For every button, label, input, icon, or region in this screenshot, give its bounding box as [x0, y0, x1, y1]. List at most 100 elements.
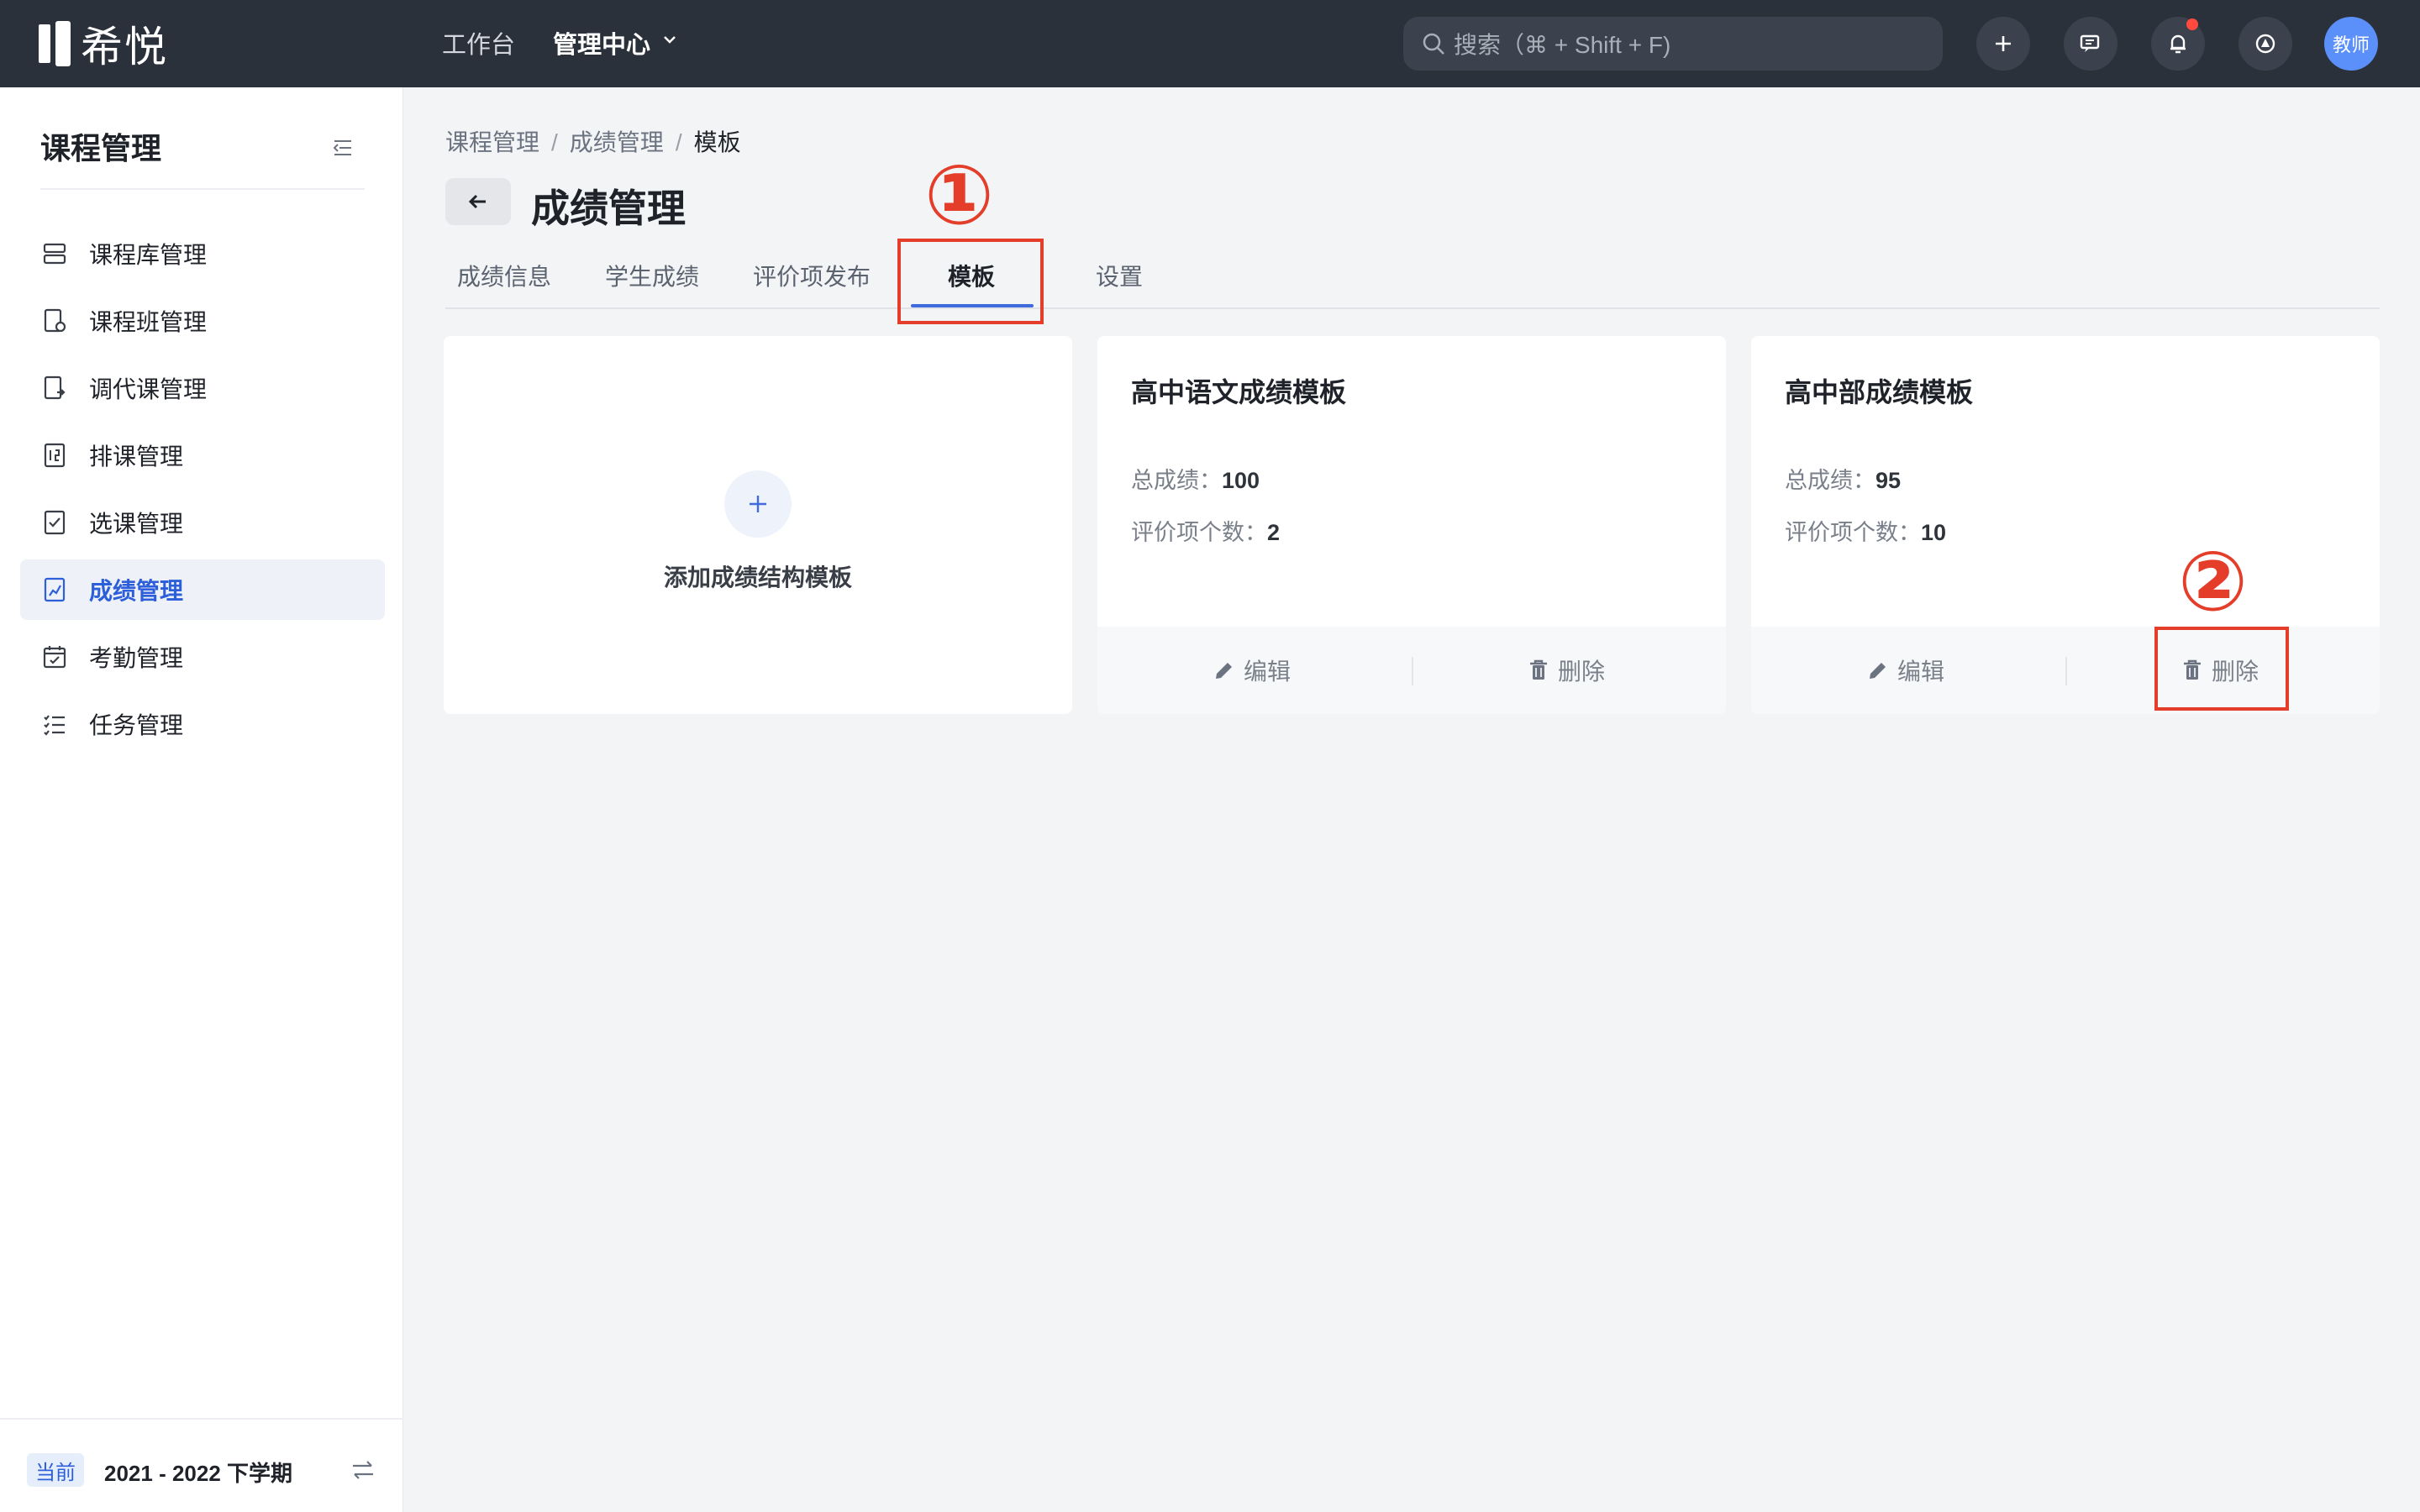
- search-placeholder: 搜索（⌘ + Shift + F): [1454, 32, 1671, 58]
- pencil-icon: [1216, 663, 1232, 679]
- tab-settings[interactable]: 设置: [1096, 259, 1143, 292]
- evaluation-count-value: 2: [1267, 520, 1281, 545]
- course-library-icon: [43, 243, 66, 265]
- breadcrumb-separator: /: [551, 129, 558, 155]
- total-score: 总成绩：100: [1131, 462, 1260, 495]
- annotation-step-2: ②: [2178, 534, 2248, 630]
- sidebar-title: 课程管理: [40, 131, 162, 165]
- sidebar-item-substitute[interactable]: 调代课管理: [20, 358, 385, 418]
- edit-button[interactable]: 编辑: [1212, 654, 1291, 687]
- term-selector[interactable]: 当前 2021 - 2022 下学期: [0, 1418, 403, 1512]
- logo-mark-icon: [39, 21, 72, 66]
- evaluation-count: 评价项个数：2: [1131, 514, 1280, 547]
- delete-label: 删除: [1558, 659, 1606, 685]
- total-score-label: 总成绩：: [1785, 468, 1876, 493]
- app-logo[interactable]: 希悦: [39, 20, 168, 71]
- sidebar-item-label: 排课管理: [89, 444, 184, 470]
- swap-icon[interactable]: [350, 1457, 376, 1483]
- top-navigation-bar: 希悦 工作台 管理中心 搜索（⌘ + Shift + F) 教师: [0, 0, 2420, 87]
- nav-workbench[interactable]: 工作台: [442, 25, 515, 60]
- delete-button[interactable]: 删除: [1526, 654, 1605, 687]
- message-icon: [2080, 34, 2100, 52]
- breadcrumb-course-management[interactable]: 课程管理: [445, 129, 539, 155]
- arrow-left-icon: [468, 194, 486, 209]
- nav-management-center[interactable]: 管理中心: [553, 25, 650, 60]
- sidebar-item-tasks[interactable]: 任务管理: [20, 694, 385, 754]
- total-score-value: 95: [1876, 468, 1902, 493]
- bell-icon: [2170, 34, 2186, 54]
- notifications-button[interactable]: [2151, 17, 2205, 71]
- tab-bar: 成绩信息 学生成绩 评价项发布 模板 设置: [445, 249, 2380, 309]
- evaluation-count: 评价项个数：10: [1785, 514, 1946, 547]
- grade-icon: [44, 577, 66, 602]
- sidebar-item-label: 课程库管理: [89, 242, 208, 268]
- sidebar-item-label: 课程班管理: [89, 309, 208, 335]
- evaluation-count-label: 评价项个数：: [1785, 520, 1921, 545]
- global-search-input[interactable]: 搜索（⌘ + Shift + F): [1403, 17, 1943, 71]
- highlight-templates-tab: [897, 239, 1044, 324]
- current-term-label: 2021 - 2022 下学期: [104, 1461, 293, 1486]
- breadcrumb: 课程管理 / 成绩管理 / 模板: [445, 124, 741, 158]
- messages-button[interactable]: [2064, 17, 2118, 71]
- sidebar-item-label: 选课管理: [89, 511, 184, 537]
- sidebar: 课程管理 课程库管理 课程班管理 调代课管理 排课管理 选课管理 成绩管理 考勤…: [0, 87, 403, 1512]
- sidebar-divider: [40, 188, 365, 190]
- sidebar-item-grade-management[interactable]: 成绩管理: [20, 559, 385, 620]
- tab-grade-info[interactable]: 成绩信息: [457, 259, 551, 292]
- sidebar-item-scheduling[interactable]: 排课管理: [20, 425, 385, 486]
- breadcrumb-separator: /: [675, 129, 682, 155]
- edit-label: 编辑: [1244, 659, 1292, 685]
- sidebar-item-course-library[interactable]: 课程库管理: [20, 223, 385, 284]
- sidebar-item-label: 调代课管理: [89, 376, 208, 402]
- pencil-icon: [1870, 663, 1886, 679]
- edit-button[interactable]: 编辑: [1865, 654, 1944, 687]
- annotation-step-1: ①: [924, 148, 994, 244]
- highlight-delete-button: [2154, 627, 2289, 711]
- add-template-card[interactable]: 添加成绩结构模板: [444, 336, 1072, 714]
- tab-student-grades[interactable]: 学生成绩: [605, 259, 699, 292]
- total-score-value: 100: [1222, 468, 1260, 493]
- template-title: 高中语文成绩模板: [1131, 377, 1347, 407]
- substitute-icon: [44, 375, 66, 400]
- action-divider: [2065, 657, 2067, 685]
- calendar-icon: [43, 646, 66, 669]
- task-list-icon: [44, 715, 65, 736]
- action-divider: [1412, 657, 1413, 685]
- trash-icon: [1530, 659, 1547, 680]
- logo-text: 希悦: [81, 24, 168, 71]
- class-icon: [44, 308, 66, 333]
- card-actions: 编辑 删除: [1097, 627, 1726, 714]
- compass-icon: [2255, 34, 2275, 54]
- sidebar-item-label: 成绩管理: [89, 578, 184, 604]
- back-button[interactable]: [445, 178, 511, 225]
- evaluation-count-label: 评价项个数：: [1131, 520, 1267, 545]
- sidebar-item-attendance[interactable]: 考勤管理: [20, 627, 385, 687]
- total-score-label: 总成绩：: [1131, 468, 1222, 493]
- edit-label: 编辑: [1897, 659, 1945, 685]
- evaluation-count-value: 10: [1921, 520, 1947, 545]
- template-title: 高中部成绩模板: [1785, 377, 1974, 407]
- checkbox-icon: [44, 510, 66, 535]
- tab-evaluation-publish[interactable]: 评价项发布: [753, 259, 871, 292]
- sidebar-item-label: 任务管理: [89, 712, 184, 738]
- assistant-button[interactable]: [2238, 17, 2292, 71]
- plus-icon: [1996, 36, 2011, 51]
- schedule-icon: [44, 443, 66, 468]
- breadcrumb-current: 模板: [693, 129, 741, 155]
- template-card: 高中语文成绩模板 总成绩：100 评价项个数：2 编辑 删除: [1097, 336, 1726, 714]
- collapse-sidebar-icon[interactable]: [329, 134, 356, 161]
- sidebar-item-course-class[interactable]: 课程班管理: [20, 291, 385, 351]
- add-circle: [724, 470, 792, 538]
- breadcrumb-grade-management[interactable]: 成绩管理: [570, 129, 664, 155]
- add-template-label: 添加成绩结构模板: [663, 564, 852, 591]
- chevron-down-icon[interactable]: [662, 32, 677, 47]
- total-score: 总成绩：95: [1785, 462, 1901, 495]
- search-icon: [1423, 33, 1444, 55]
- plus-icon: [750, 496, 766, 512]
- user-avatar[interactable]: 教师: [2324, 17, 2378, 71]
- page-title: 成绩管理: [531, 186, 686, 230]
- create-button[interactable]: [1976, 17, 2030, 71]
- current-term-tag: 当前: [27, 1453, 84, 1487]
- sidebar-item-label: 考勤管理: [89, 645, 184, 671]
- sidebar-item-course-selection[interactable]: 选课管理: [20, 492, 385, 553]
